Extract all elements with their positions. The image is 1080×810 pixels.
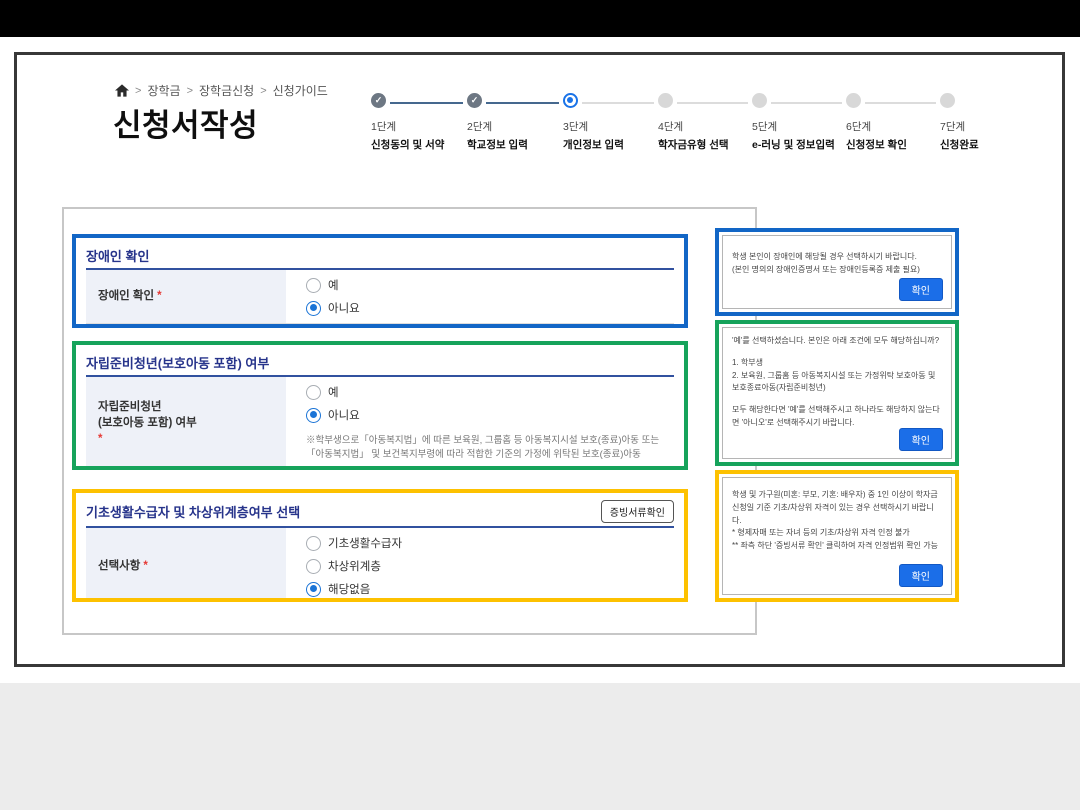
radio-disability-yes[interactable]: 예 xyxy=(306,277,674,293)
radio-circle-icon xyxy=(306,536,321,551)
radio-not-applicable[interactable]: 해당없음 xyxy=(306,581,674,597)
step-1: ✓ 1단계신청동의 및 서약 xyxy=(371,93,386,108)
tooltip-text: (본인 명의의 장애인증명서 또는 장애인등록증 제출 필요) xyxy=(732,264,942,277)
section-note: ※학부생으로「아동복지법」에 따른 보육원, 그룹홈 등 아동복지시설 보호(종… xyxy=(306,434,674,462)
required-mark: * xyxy=(98,431,280,447)
page-title: 신청서작성 xyxy=(113,100,258,145)
breadcrumb-item-scholarship[interactable]: 장학금 xyxy=(147,82,180,99)
step-todo-icon: ✓ xyxy=(658,93,673,108)
step-connector xyxy=(771,102,842,104)
radio-disability-no[interactable]: 아니요 xyxy=(306,300,674,316)
page: > 장학금 > 장학금신청 > 신청가이드 신청서작성 ✓ 1단계신청동의 및 … xyxy=(0,0,1080,810)
confirm-button[interactable]: 확인 xyxy=(899,428,943,451)
step-number: 3단계 xyxy=(563,119,624,134)
radio-basic-recipient[interactable]: 기초생활수급자 xyxy=(306,535,674,551)
breadcrumb-item-scholarship-apply[interactable]: 장학금신청 xyxy=(199,82,254,99)
step-todo-icon: ✓ xyxy=(846,93,861,108)
breadcrumb-item-apply-guide[interactable]: 신청가이드 xyxy=(273,82,328,99)
tooltip-text: 학생 본인이 장애인에 해당될 경우 선택하시기 바랍니다. xyxy=(732,251,942,264)
step-number: 2단계 xyxy=(467,119,528,134)
check-icon: ✓ xyxy=(371,93,386,108)
tooltip-text: 1. 학부생 xyxy=(732,357,942,370)
step-name: 개인정보 입력 xyxy=(563,137,624,152)
step-indicator: ✓ 1단계신청동의 및 서약 ✓ 2단계학교정보 입력 ✓ 3단계개인정보 입력… xyxy=(365,93,1030,155)
step-done-icon: ✓ xyxy=(467,93,482,108)
tooltip-text: 2. 보육원, 그룹홈 등 아동복지시설 또는 가정위탁 보호아동 및 보호종료… xyxy=(732,370,942,396)
step-4: ✓ 4단계학자금유형 선택 xyxy=(658,93,673,108)
step-6: ✓ 6단계신청정보 확인 xyxy=(846,93,861,108)
breadcrumb-separator: > xyxy=(135,85,141,97)
radio-youth-no[interactable]: 아니요 xyxy=(306,407,674,423)
form-row: 자립준비청년 (보호아동 포함) 여부 * 예 아니요 ※학부생으로「아동복지법… xyxy=(86,377,674,470)
top-black-bar xyxy=(0,0,1080,37)
step-number: 1단계 xyxy=(371,119,444,134)
form-row: 장애인 확인* 예 아니요 xyxy=(86,270,674,324)
radio-near-poverty[interactable]: 차상위계층 xyxy=(306,558,674,574)
tooltip-text: 모두 해당한다면 '예'를 선택해주시고 하나라도 해당하지 않는다면 '아니오… xyxy=(732,404,942,430)
section-title: 장애인 확인 xyxy=(86,246,149,265)
radio-circle-icon xyxy=(306,301,321,316)
field-label: 자립준비청년 (보호아동 포함) 여부 * xyxy=(86,377,286,469)
step-number: 7단계 xyxy=(940,119,979,134)
step-number: 4단계 xyxy=(658,119,729,134)
radio-circle-icon xyxy=(306,582,321,597)
tooltip-text: * 형제자매 또는 자녀 등의 기초/차상위 자격 인정 불가 xyxy=(732,527,942,540)
section-disability-check: 장애인 확인 장애인 확인* 예 아니요 xyxy=(72,234,688,328)
step-name: 학자금유형 선택 xyxy=(658,137,729,152)
radio-circle-icon xyxy=(306,408,321,423)
tooltip-basic-livelihood: 학생 및 가구원(미혼: 부모, 기혼: 배우자) 중 1인 이상이 학자금 신… xyxy=(715,470,959,602)
step-number: 5단계 xyxy=(752,119,835,134)
breadcrumb-separator: > xyxy=(187,85,193,97)
document-check-button[interactable]: 증빙서류확인 xyxy=(601,500,674,523)
section-basic-livelihood: 기초생활수급자 및 차상위계층여부 선택 증빙서류확인 선택사항* 기초생활수급… xyxy=(72,489,688,602)
tooltip-self-reliance: '예'를 선택하셨습니다. 본인은 아래 조건에 모두 해당하십니까? 1. 학… xyxy=(715,320,959,466)
radio-circle-icon xyxy=(306,559,321,574)
step-todo-icon: ✓ xyxy=(940,93,955,108)
step-name: 학교정보 입력 xyxy=(467,137,528,152)
confirm-button[interactable]: 확인 xyxy=(899,278,943,301)
required-mark: * xyxy=(157,290,161,302)
step-name: 신청정보 확인 xyxy=(846,137,907,152)
confirm-button[interactable]: 확인 xyxy=(899,564,943,587)
section-self-reliance-youth: 자립준비청년(보호아동 포함) 여부 자립준비청년 (보호아동 포함) 여부 *… xyxy=(72,341,688,470)
home-icon[interactable] xyxy=(115,84,129,97)
radio-youth-yes[interactable]: 예 xyxy=(306,384,674,400)
radio-circle-icon xyxy=(306,385,321,400)
breadcrumb-separator: > xyxy=(260,85,266,97)
field-label: 장애인 확인* xyxy=(86,270,286,323)
page-background-strip xyxy=(0,683,1080,810)
step-name: 신청동의 및 서약 xyxy=(371,137,444,152)
tooltip-text: ** 좌측 하단 '증빙서류 확인' 클릭하여 자격 인정범위 확인 가능 xyxy=(732,540,942,553)
section-title: 기초생활수급자 및 차상위계층여부 선택 xyxy=(86,502,300,521)
step-connector xyxy=(390,102,463,104)
field-label: 선택사항* xyxy=(86,528,286,602)
step-2: ✓ 2단계학교정보 입력 xyxy=(467,93,482,108)
breadcrumb: > 장학금 > 장학금신청 > 신청가이드 xyxy=(115,82,328,99)
check-icon: ✓ xyxy=(467,93,482,108)
radio-circle-icon xyxy=(306,278,321,293)
step-number: 6단계 xyxy=(846,119,907,134)
tooltip-text: 학생 및 가구원(미혼: 부모, 기혼: 배우자) 중 1인 이상이 학자금 신… xyxy=(732,489,942,527)
tooltip-disability: 학생 본인이 장애인에 해당될 경우 선택하시기 바랍니다. (본인 명의의 장… xyxy=(715,228,959,316)
step-name: e-러닝 및 정보입력 xyxy=(752,137,835,152)
step-current-icon: ✓ xyxy=(563,93,578,108)
step-7: ✓ 7단계신청완료 xyxy=(940,93,955,108)
step-connector xyxy=(677,102,748,104)
required-mark: * xyxy=(143,560,147,572)
step-5: ✓ 5단계e-러닝 및 정보입력 xyxy=(752,93,767,108)
section-title: 자립준비청년(보호아동 포함) 여부 xyxy=(86,353,269,372)
step-done-icon: ✓ xyxy=(371,93,386,108)
step-connector xyxy=(486,102,559,104)
step-connector xyxy=(865,102,936,104)
form-row: 선택사항* 기초생활수급자 차상위계층 해당없음 xyxy=(86,528,674,602)
step-name: 신청완료 xyxy=(940,137,979,152)
step-3-current: ✓ 3단계개인정보 입력 xyxy=(563,93,578,108)
tooltip-text: '예'를 선택하셨습니다. 본인은 아래 조건에 모두 해당하십니까? xyxy=(732,335,942,348)
step-connector xyxy=(582,102,654,104)
step-todo-icon: ✓ xyxy=(752,93,767,108)
